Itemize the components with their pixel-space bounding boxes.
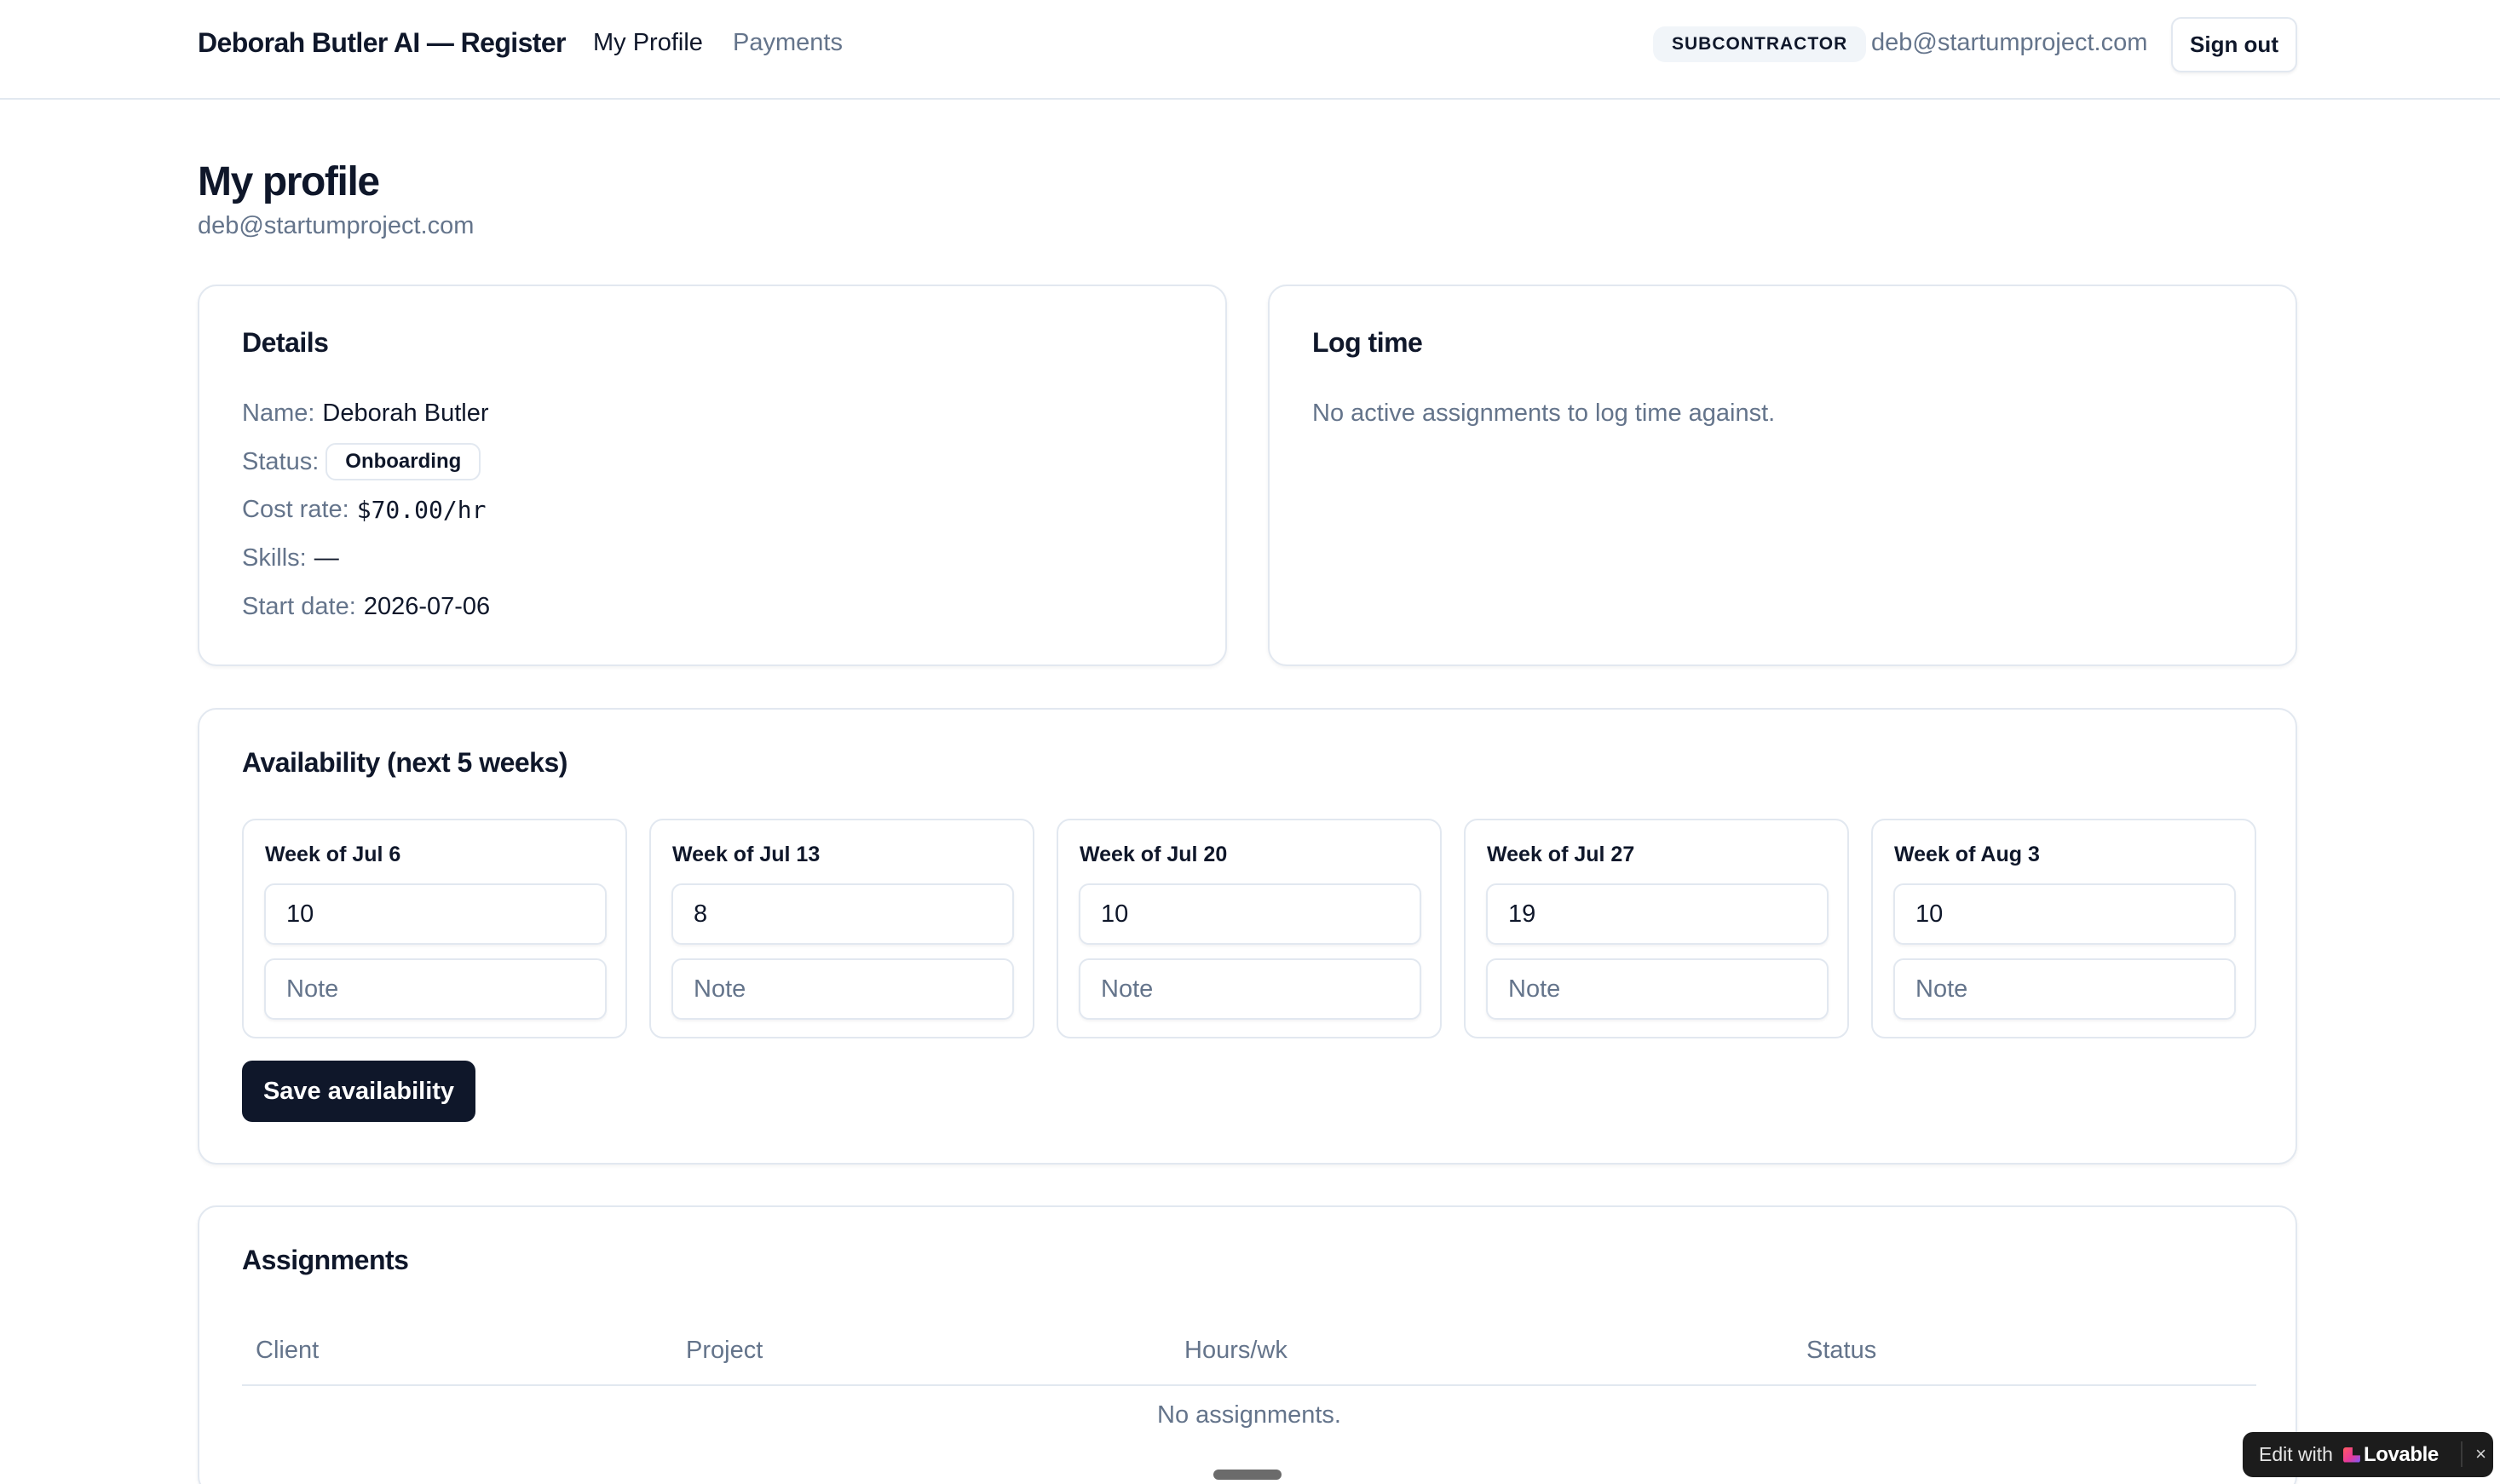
note-input[interactable]	[671, 958, 1014, 1020]
page-subtitle-email: deb@startumproject.com	[198, 212, 475, 239]
detail-skills-row: Skills: —	[242, 544, 339, 572]
detail-start-date-row: Start date: 2026-07-06	[242, 593, 490, 621]
detail-name-value: Deborah Butler	[322, 400, 489, 427]
hours-input[interactable]	[1486, 883, 1829, 945]
availability-title: Availability (next 5 weeks)	[242, 747, 567, 778]
nav-link-payments[interactable]: Payments	[733, 29, 843, 57]
hours-input[interactable]	[264, 883, 607, 945]
week-label: Week of Jul 20	[1080, 843, 1228, 866]
save-availability-button[interactable]: Save availability	[242, 1061, 475, 1122]
hours-input[interactable]	[1079, 883, 1421, 945]
edit-with-lovable-badge[interactable]: Edit with Lovable ×	[2243, 1432, 2493, 1477]
note-input[interactable]	[1893, 958, 2236, 1020]
table-divider	[242, 1384, 2256, 1386]
log-time-title: Log time	[1312, 327, 1423, 358]
column-header-project: Project	[686, 1337, 763, 1364]
detail-cost-value: $70.00/hr	[356, 496, 487, 524]
week-label: Week of Jul 6	[265, 843, 401, 866]
detail-cost-row: Cost rate: $70.00/hr	[242, 496, 486, 524]
detail-status-row: Status: Onboarding	[242, 443, 481, 480]
nav-link-my-profile[interactable]: My Profile	[593, 29, 703, 57]
assignments-empty-message: No assignments.	[1157, 1401, 1341, 1429]
details-title: Details	[242, 327, 329, 358]
detail-skills-value: —	[314, 544, 339, 572]
status-badge: Onboarding	[325, 443, 481, 480]
detail-start-date-value: 2026-07-06	[363, 593, 491, 620]
week-card: Week of Jul 20	[1057, 819, 1442, 1038]
scroll-handle[interactable]	[1213, 1470, 1282, 1480]
detail-status-label: Status:	[242, 447, 320, 475]
page-title: My profile	[198, 159, 380, 204]
week-card: Week of Jul 27	[1464, 819, 1849, 1038]
lovable-logo-icon	[2342, 1447, 2360, 1463]
log-time-empty-message: No active assignments to log time agains…	[1312, 400, 1776, 427]
availability-card: Availability (next 5 weeks) Week of Jul …	[198, 708, 2297, 1165]
week-label: Week of Jul 13	[672, 843, 821, 866]
assignments-title: Assignments	[242, 1245, 409, 1275]
log-time-card: Log time No active assignments to log ti…	[1268, 285, 2297, 666]
details-card: Details Name: Deborah Butler Status: Onb…	[198, 285, 1227, 666]
detail-skills-label: Skills:	[242, 544, 307, 572]
column-header-hours: Hours/wk	[1184, 1337, 1287, 1364]
column-header-status: Status	[1806, 1337, 1877, 1364]
week-label: Week of Aug 3	[1894, 843, 2040, 866]
role-badge: SUBCONTRACTOR	[1653, 26, 1867, 62]
badge-brand-label: Lovable	[2363, 1442, 2439, 1466]
note-input[interactable]	[264, 958, 607, 1020]
top-navigation-bar: Deborah Butler AI — Register My Profile …	[0, 0, 2500, 100]
detail-start-date-label: Start date:	[242, 593, 356, 620]
detail-name-row: Name: Deborah Butler	[242, 400, 488, 428]
badge-edit-with-label: Edit with	[2259, 1443, 2333, 1465]
detail-name-label: Name:	[242, 400, 315, 427]
week-card: Week of Jul 13	[649, 819, 1034, 1038]
note-input[interactable]	[1079, 958, 1421, 1020]
hours-input[interactable]	[671, 883, 1014, 945]
note-input[interactable]	[1486, 958, 1829, 1020]
sign-out-button[interactable]: Sign out	[2171, 17, 2297, 72]
week-card: Week of Aug 3	[1871, 819, 2256, 1038]
close-icon[interactable]: ×	[2461, 1441, 2486, 1467]
detail-cost-label: Cost rate:	[242, 496, 349, 523]
column-header-client: Client	[256, 1337, 320, 1364]
week-card: Week of Jul 6	[242, 819, 627, 1038]
user-email: deb@startumproject.com	[1871, 29, 2148, 56]
week-label: Week of Jul 27	[1487, 843, 1635, 866]
hours-input[interactable]	[1893, 883, 2236, 945]
app-title: Deborah Butler AI — Register	[198, 27, 566, 58]
assignments-card: Assignments Client Project Hours/wk Stat…	[198, 1205, 2297, 1484]
